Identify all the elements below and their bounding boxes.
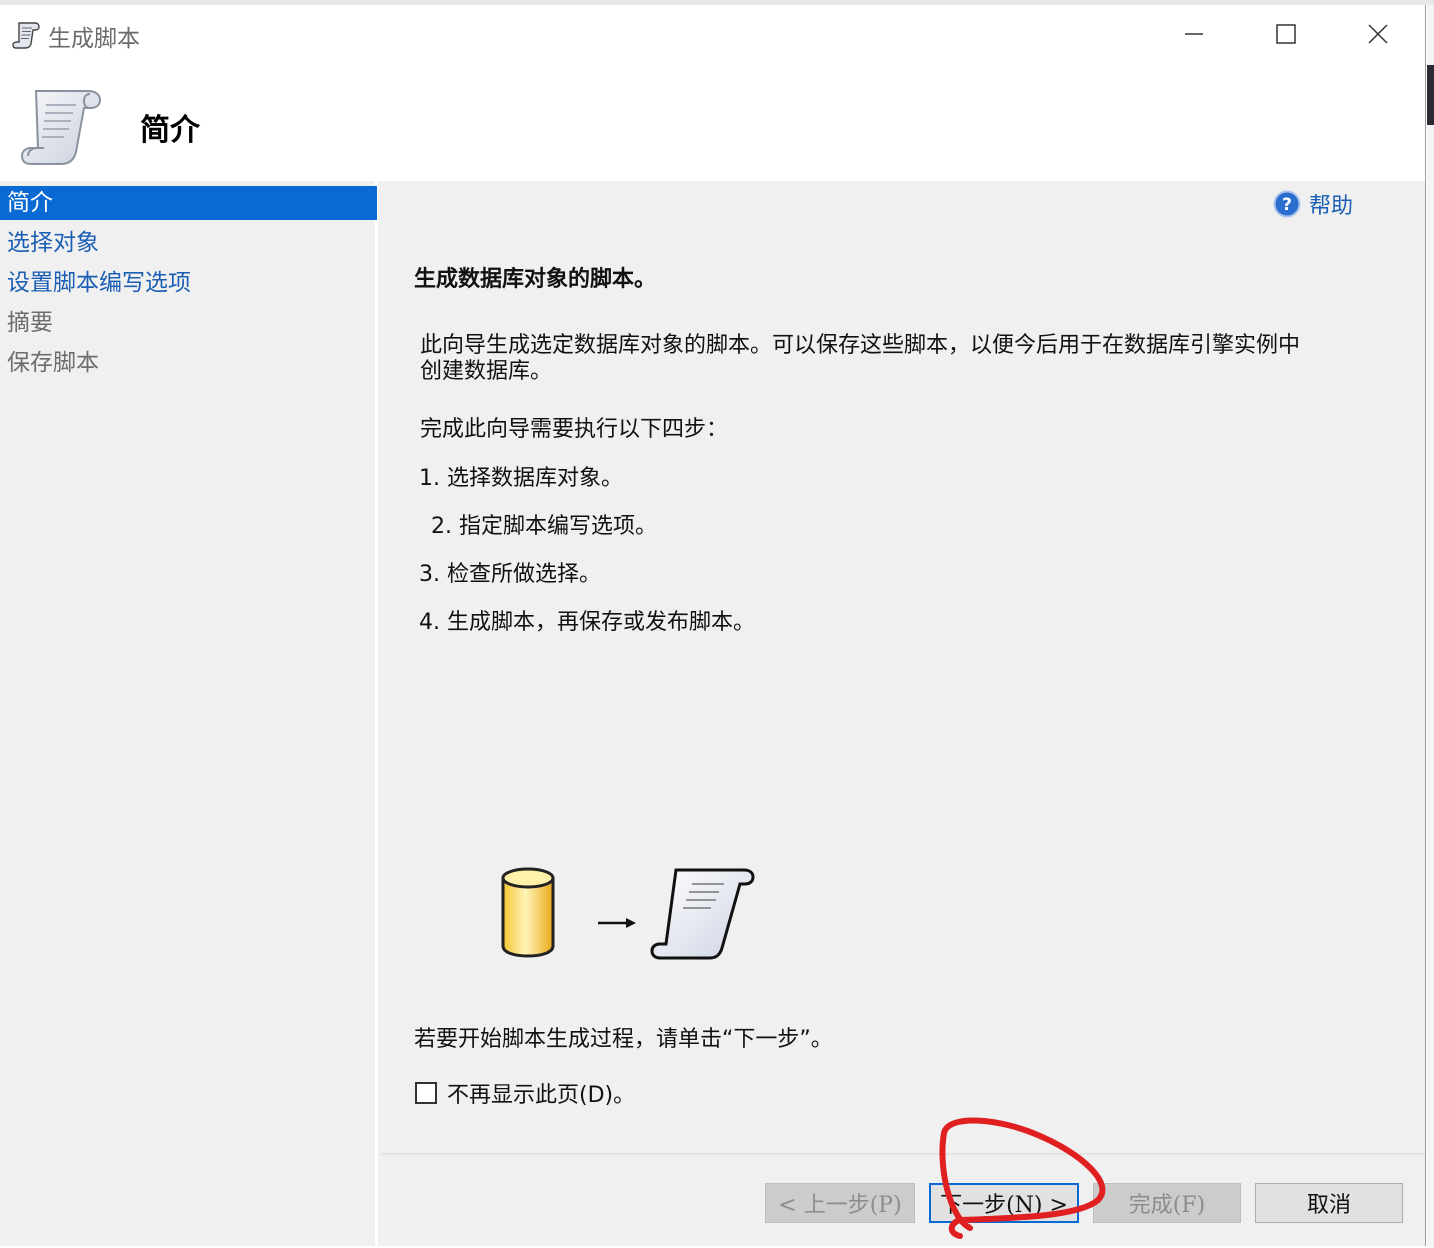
script-scroll-icon <box>12 22 40 49</box>
close-button[interactable] <box>1332 5 1424 63</box>
wizard-footer: < 上一步(P) 下一步(N) > 完成(F) 取消 <box>381 1153 1425 1246</box>
illustration <box>501 867 755 960</box>
finish-button[interactable]: 完成(F) <box>1093 1183 1241 1223</box>
instruction-text: 若要开始脚本生成过程，请单击“下一步”。 <box>414 1027 833 1052</box>
generate-scripts-wizard-window: 生成脚本 简介 简介 选择对象 设置脚本编写选项 摘要 保存脚本 ? 帮助 生成… <box>0 5 1426 1246</box>
dont-show-again-label: 不再显示此页(D)。 <box>447 1083 636 1108</box>
sidebar-item-save-scripts: 保存脚本 <box>7 350 99 376</box>
script-scroll-icon <box>650 868 755 960</box>
step-3: 3. 检查所做选择。 <box>419 562 601 587</box>
page-title: 简介 <box>140 113 200 148</box>
step-1: 1. 选择数据库对象。 <box>419 466 623 491</box>
maximize-button[interactable] <box>1240 5 1332 63</box>
svg-text:?: ? <box>1282 195 1292 215</box>
steps-intro: 完成此向导需要执行以下四步： <box>420 417 729 442</box>
dont-show-again-row[interactable]: 不再显示此页(D)。 <box>415 1078 635 1108</box>
cancel-button[interactable]: 取消 <box>1255 1183 1403 1223</box>
minimize-icon <box>1185 33 1203 35</box>
sidebar-item-scripting-options[interactable]: 设置脚本编写选项 <box>0 266 377 300</box>
dont-show-again-checkbox[interactable] <box>415 1082 437 1104</box>
help-icon: ? <box>1273 190 1301 218</box>
window-title: 生成脚本 <box>48 26 140 52</box>
wizard-content-panel: ? 帮助 生成数据库对象的脚本。 此向导生成选定数据库对象的脚本。可以保存这些脚… <box>381 181 1425 1152</box>
step-4: 4. 生成脚本，再保存或发布脚本。 <box>419 610 755 635</box>
database-icon <box>501 867 555 958</box>
close-icon <box>1368 24 1388 44</box>
arrow-right-icon <box>598 918 636 928</box>
previous-button[interactable]: < 上一步(P) <box>765 1183 915 1223</box>
description-line-2: 创建数据库。 <box>420 359 553 384</box>
wizard-steps-sidebar: 简介 选择对象 设置脚本编写选项 摘要 保存脚本 <box>0 181 378 1246</box>
sidebar-item-summary: 摘要 <box>7 310 53 336</box>
sidebar-item-intro[interactable]: 简介 <box>0 186 377 220</box>
minimize-button[interactable] <box>1148 5 1240 63</box>
help-label: 帮助 <box>1309 194 1354 219</box>
sidebar-item-choose-objects[interactable]: 选择对象 <box>0 226 377 260</box>
background-window-edge <box>1427 5 1434 1248</box>
step-2: 2. 指定脚本编写选项。 <box>431 514 657 539</box>
help-link[interactable]: ? 帮助 <box>1273 189 1353 219</box>
wizard-header: 简介 <box>0 63 1425 181</box>
maximize-icon <box>1276 24 1296 44</box>
content-heading: 生成数据库对象的脚本。 <box>414 267 657 292</box>
title-bar[interactable]: 生成脚本 <box>0 5 1425 63</box>
next-button[interactable]: 下一步(N) > <box>929 1183 1079 1223</box>
script-scroll-icon <box>20 90 102 165</box>
